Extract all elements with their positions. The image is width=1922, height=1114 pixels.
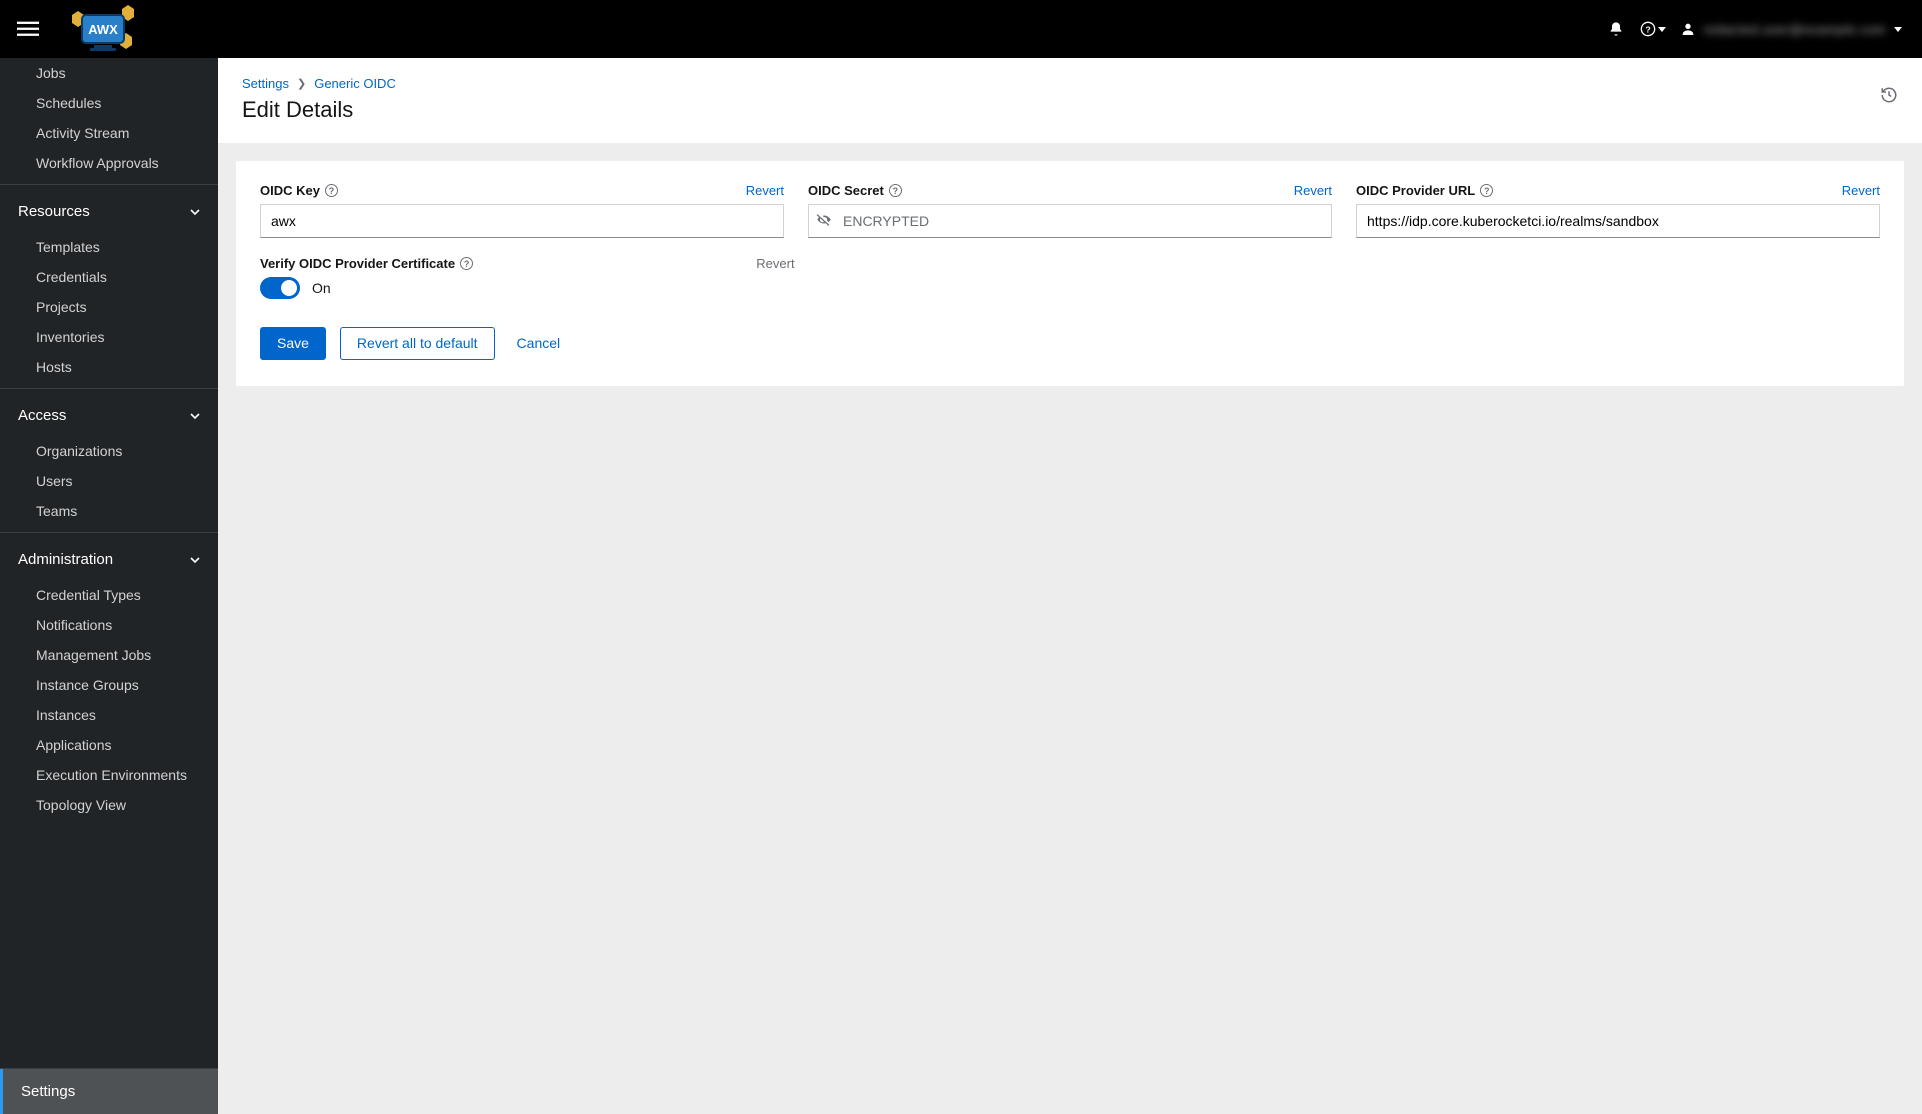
cancel-button[interactable]: Cancel [509,328,569,359]
sidebar-item-notifications[interactable]: Notifications [0,610,218,640]
chevron-right-icon: ❯ [297,77,306,90]
svg-text:?: ? [1645,24,1650,34]
help-icon[interactable]: ? [1480,184,1493,197]
sidebar-item-hosts[interactable]: Hosts [0,352,218,382]
top-header: AWX ? redacted.user@example.com [0,0,1922,58]
sidebar-item-applications[interactable]: Applications [0,730,218,760]
sidebar-item-inventories[interactable]: Inventories [0,322,218,352]
awx-logo[interactable]: AWX [64,5,142,53]
oidc-key-input[interactable] [260,204,784,238]
sidebar-item-credentials[interactable]: Credentials [0,262,218,292]
sidebar-item-topology-view[interactable]: Topology View [0,790,218,820]
sidebar-item-execution-environments[interactable]: Execution Environments [0,760,218,790]
verify-cert-group: Verify OIDC Provider Certificate ? Rever… [260,256,795,299]
chevron-down-icon [1658,27,1666,32]
sidebar-item-organizations[interactable]: Organizations [0,436,218,466]
oidc-secret-revert-link[interactable]: Revert [1294,183,1332,198]
sidebar-item-instance-groups[interactable]: Instance Groups [0,670,218,700]
hamburger-menu-icon[interactable] [16,17,40,41]
sidebar-item-activity-stream[interactable]: Activity Stream [0,118,218,148]
chevron-down-icon [1894,27,1902,32]
sidebar-item-settings[interactable]: Settings [0,1069,218,1114]
breadcrumb-settings-link[interactable]: Settings [242,76,289,91]
sidebar-item-instances[interactable]: Instances [0,700,218,730]
sidebar-section-label: Administration [18,551,113,568]
help-icon[interactable]: ? [460,257,473,270]
sidebar-section-resources[interactable]: Resources [0,191,218,232]
sidebar-section-access[interactable]: Access [0,395,218,436]
chevron-down-icon [190,555,200,565]
sidebar-item-projects[interactable]: Projects [0,292,218,322]
help-icon[interactable]: ? [889,184,902,197]
help-icon[interactable]: ? [325,184,338,197]
user-menu[interactable]: redacted.user@example.com [1676,21,1907,37]
chevron-down-icon [190,207,200,217]
sidebar-item-credential-types[interactable]: Credential Types [0,580,218,610]
chevron-down-icon [190,411,200,421]
oidc-provider-url-group: OIDC Provider URL ? Revert [1356,183,1880,238]
revert-all-button[interactable]: Revert all to default [340,327,495,360]
verify-cert-toggle[interactable] [260,277,300,299]
header-right-tools: ? redacted.user@example.com [1602,15,1907,43]
oidc-secret-label: OIDC Secret ? [808,183,902,198]
save-button[interactable]: Save [260,327,326,360]
oidc-provider-url-input[interactable] [1356,204,1880,238]
page-header: Settings ❯ Generic OIDC Edit Details [218,58,1922,143]
history-icon[interactable] [1880,86,1898,107]
oidc-secret-group: OIDC Secret ? Revert [808,183,1332,238]
sidebar-item-workflow-approvals[interactable]: Workflow Approvals [0,148,218,178]
sidebar-section-administration[interactable]: Administration [0,539,218,580]
help-dropdown[interactable]: ? [1640,21,1666,37]
verify-cert-revert-link[interactable]: Revert [756,256,794,271]
username-label: redacted.user@example.com [1704,22,1887,37]
page-title: Edit Details [242,97,1898,123]
oidc-provider-url-label: OIDC Provider URL ? [1356,183,1493,198]
oidc-key-group: OIDC Key ? Revert [260,183,784,238]
svg-text:AWX: AWX [88,22,118,37]
sidebar-item-templates[interactable]: Templates [0,232,218,262]
main-content: Settings ❯ Generic OIDC Edit Details OID… [218,58,1922,1114]
verify-cert-state-label: On [312,280,331,296]
oidc-key-revert-link[interactable]: Revert [746,183,784,198]
sidebar-section-label: Access [18,407,66,424]
breadcrumb: Settings ❯ Generic OIDC [242,76,1898,91]
verify-cert-label: Verify OIDC Provider Certificate ? [260,256,473,271]
form-actions: Save Revert all to default Cancel [260,327,1880,360]
sidebar-section-label: Resources [18,203,90,220]
sidebar-item-schedules[interactable]: Schedules [0,88,218,118]
sidebar-item-users[interactable]: Users [0,466,218,496]
oidc-key-label: OIDC Key ? [260,183,338,198]
sidebar: Jobs Schedules Activity Stream Workflow … [0,58,218,1114]
oidc-provider-url-revert-link[interactable]: Revert [1842,183,1880,198]
sidebar-item-management-jobs[interactable]: Management Jobs [0,640,218,670]
edit-details-card: OIDC Key ? Revert OIDC Secret ? [236,161,1904,386]
sidebar-item-teams[interactable]: Teams [0,496,218,526]
breadcrumb-generic-oidc-link[interactable]: Generic OIDC [314,76,396,91]
oidc-secret-input[interactable] [808,204,1332,238]
notifications-icon[interactable] [1602,15,1630,43]
sidebar-item-jobs[interactable]: Jobs [0,58,218,88]
